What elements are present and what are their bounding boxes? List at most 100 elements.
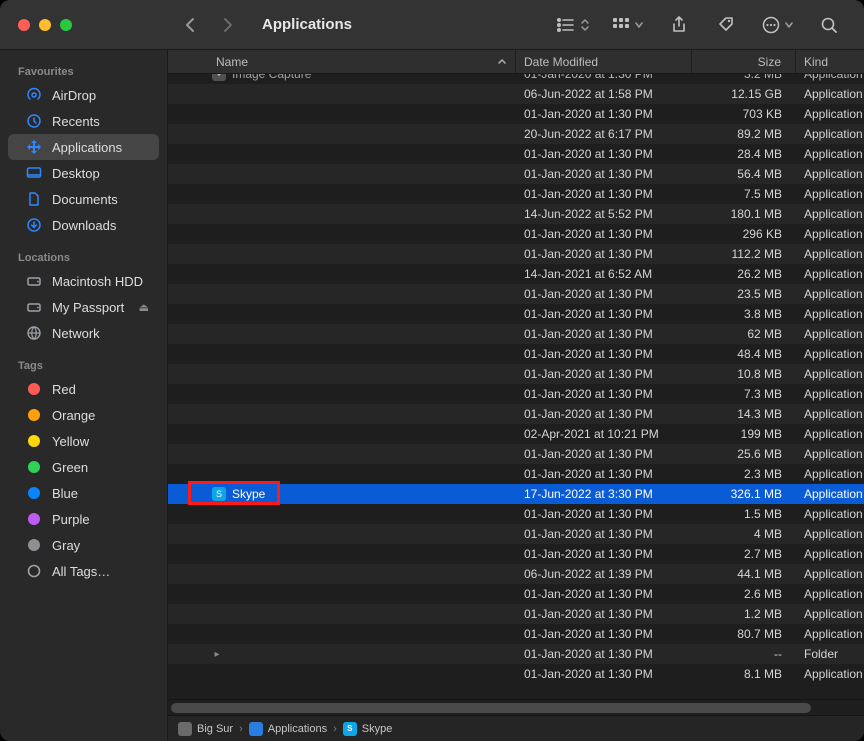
table-row[interactable]: 01-Jan-2020 at 1:30 PM25.6 MBApplication [168, 444, 864, 464]
path-segment-skype[interactable]: SSkype [343, 722, 393, 736]
sidebar-item-airdrop[interactable]: AirDrop [8, 82, 159, 108]
table-row[interactable]: 01-Jan-2020 at 1:30 PM7.3 MBApplication [168, 384, 864, 404]
table-row[interactable]: 01-Jan-2020 at 1:30 PM2.3 MBApplication [168, 464, 864, 484]
sidebar-item-recents[interactable]: Recents [8, 108, 159, 134]
column-header-kind[interactable]: Kind [796, 50, 864, 73]
sidebar-tag-orange[interactable]: Orange [8, 402, 159, 428]
sidebar-item-label: Macintosh HDD [52, 274, 149, 289]
eject-icon[interactable]: ⏏ [139, 301, 149, 314]
edit-tags-button[interactable] [714, 12, 740, 38]
table-row[interactable]: 06-Jun-2022 at 1:39 PM44.1 MBApplication [168, 564, 864, 584]
sidebar-item-label: Purple [52, 512, 149, 527]
table-row[interactable]: 01-Jan-2020 at 1:30 PM10.8 MBApplication [168, 364, 864, 384]
file-size: 12.15 GB [692, 87, 796, 101]
file-kind: Application [796, 447, 864, 461]
file-kind: Application [796, 227, 864, 241]
sidebar-tag-gray[interactable]: Gray [8, 532, 159, 558]
tag-color-dot [26, 407, 42, 423]
table-row[interactable]: 01-Jan-2020 at 1:30 PM23.5 MBApplication [168, 284, 864, 304]
table-row[interactable]: 01-Jan-2020 at 1:30 PM112.2 MBApplicatio… [168, 244, 864, 264]
path-segment-applications[interactable]: Applications [249, 722, 327, 736]
sidebar-tag-red[interactable]: Red [8, 376, 159, 402]
sidebar-item-desktop[interactable]: Desktop [8, 160, 159, 186]
sidebar-location-macintosh-hdd[interactable]: Macintosh HDD [8, 268, 159, 294]
table-row[interactable]: 01-Jan-2020 at 1:30 PM2.6 MBApplication [168, 584, 864, 604]
view-mode-button[interactable] [556, 17, 590, 33]
file-kind: Application [796, 367, 864, 381]
file-date: 01-Jan-2020 at 1:30 PM [516, 327, 692, 341]
folder-icon [249, 722, 263, 736]
file-size: 3.2 MB [692, 74, 796, 81]
column-header-size[interactable]: Size [692, 50, 796, 73]
column-header-name[interactable]: Name [168, 50, 516, 73]
file-size: 89.2 MB [692, 127, 796, 141]
table-row[interactable]: 01-Jan-2020 at 1:30 PM80.7 MBApplication [168, 624, 864, 644]
sidebar-tag-green[interactable]: Green [8, 454, 159, 480]
table-row[interactable]: 01-Jan-2020 at 1:30 PM4 MBApplication [168, 524, 864, 544]
table-row[interactable]: 01-Jan-2020 at 1:30 PM8.1 MBApplication [168, 664, 864, 684]
share-button[interactable] [666, 12, 692, 38]
sidebar-location-my-passport[interactable]: My Passport⏏ [8, 294, 159, 320]
table-row[interactable]: SSkype17-Jun-2022 at 3:30 PM326.1 MBAppl… [168, 484, 864, 504]
sidebar-item-applications[interactable]: Applications [8, 134, 159, 160]
file-size: 14.3 MB [692, 407, 796, 421]
window-zoom-button[interactable] [60, 19, 72, 31]
table-row[interactable]: 01-Jan-2020 at 1:30 PM1.2 MBApplication [168, 604, 864, 624]
table-row[interactable]: ▸01-Jan-2020 at 1:30 PM--Folder [168, 644, 864, 664]
path-segment-big-sur[interactable]: Big Sur [178, 722, 233, 736]
sidebar-item-label: Desktop [52, 166, 149, 181]
search-button[interactable] [816, 12, 842, 38]
sidebar-location-network[interactable]: Network [8, 320, 159, 346]
table-row[interactable]: 20-Jun-2022 at 6:17 PM89.2 MBApplication [168, 124, 864, 144]
window-close-button[interactable] [18, 19, 30, 31]
sidebar-item-documents[interactable]: Documents [8, 186, 159, 212]
table-row[interactable]: 01-Jan-2020 at 1:30 PM1.5 MBApplication [168, 504, 864, 524]
table-row[interactable]: 01-Jan-2020 at 1:30 PM48.4 MBApplication [168, 344, 864, 364]
window-minimize-button[interactable] [39, 19, 51, 31]
column-headers: Name Date Modified Size Kind [168, 50, 864, 74]
table-row[interactable]: 01-Jan-2020 at 1:30 PM3.8 MBApplication [168, 304, 864, 324]
back-button[interactable] [178, 13, 202, 37]
table-row[interactable]: 01-Jan-2020 at 1:30 PM296 KBApplication [168, 224, 864, 244]
toolbar [556, 12, 854, 38]
table-row[interactable]: 01-Jan-2020 at 1:30 PM14.3 MBApplication [168, 404, 864, 424]
table-row[interactable]: ✦Image Capture01-Jan-2020 at 1:30 PM3.2 … [168, 74, 864, 84]
file-size: 28.4 MB [692, 147, 796, 161]
file-kind: Application [796, 627, 864, 641]
table-row[interactable]: 14-Jun-2022 at 5:52 PM180.1 MBApplicatio… [168, 204, 864, 224]
table-row[interactable]: 01-Jan-2020 at 1:30 PM56.4 MBApplication [168, 164, 864, 184]
table-row[interactable]: 06-Jun-2022 at 1:58 PM12.15 GBApplicatio… [168, 84, 864, 104]
file-date: 01-Jan-2020 at 1:30 PM [516, 527, 692, 541]
group-by-button[interactable] [612, 17, 644, 33]
forward-button[interactable] [216, 13, 240, 37]
scrollbar-thumb[interactable] [171, 703, 811, 713]
sidebar-tag-yellow[interactable]: Yellow [8, 428, 159, 454]
sidebar-item-label: Network [52, 326, 149, 341]
table-row[interactable]: 01-Jan-2020 at 1:30 PM703 KBApplication [168, 104, 864, 124]
tag-color-dot [26, 511, 42, 527]
table-row[interactable]: 01-Jan-2020 at 1:30 PM62 MBApplication [168, 324, 864, 344]
file-kind: Application [796, 587, 864, 601]
horizontal-scrollbar[interactable] [168, 699, 864, 715]
all-tags-item[interactable]: All Tags… [8, 558, 159, 584]
file-kind: Application [796, 427, 864, 441]
sidebar-tag-blue[interactable]: Blue [8, 480, 159, 506]
table-row[interactable]: 01-Jan-2020 at 1:30 PM28.4 MBApplication [168, 144, 864, 164]
file-size: 199 MB [692, 427, 796, 441]
file-list[interactable]: ✦Image Capture01-Jan-2020 at 1:30 PM3.2 … [168, 74, 864, 699]
folder-disclosure-icon[interactable]: ▸ [212, 649, 222, 660]
table-row[interactable]: 01-Jan-2020 at 1:30 PM7.5 MBApplication [168, 184, 864, 204]
file-kind: Application [796, 487, 864, 501]
column-header-date[interactable]: Date Modified [516, 50, 692, 73]
file-date: 01-Jan-2020 at 1:30 PM [516, 627, 692, 641]
table-row[interactable]: 02-Apr-2021 at 10:21 PM199 MBApplication [168, 424, 864, 444]
airdrop-icon [26, 87, 42, 103]
titlebar-main: Applications [178, 13, 556, 37]
sidebar-tag-purple[interactable]: Purple [8, 506, 159, 532]
actions-button[interactable] [762, 16, 794, 34]
sidebar-item-label: Applications [52, 140, 149, 155]
sidebar-item-downloads[interactable]: Downloads [8, 212, 159, 238]
path-segment-label: Applications [268, 723, 327, 735]
table-row[interactable]: 01-Jan-2020 at 1:30 PM2.7 MBApplication [168, 544, 864, 564]
table-row[interactable]: 14-Jan-2021 at 6:52 AM26.2 MBApplication [168, 264, 864, 284]
